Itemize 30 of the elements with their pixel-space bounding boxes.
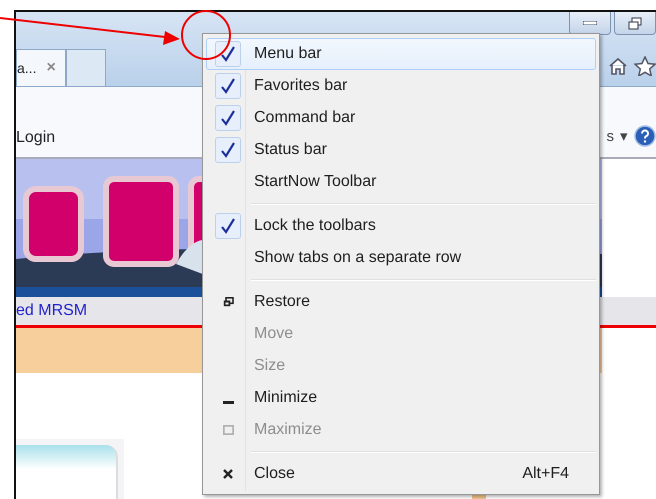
checkmark-icon <box>221 78 235 94</box>
checkmark-icon <box>221 46 235 62</box>
browser-tab[interactable]: a... × <box>16 49 66 86</box>
menu-item[interactable]: Minimize <box>206 382 596 414</box>
menu-item[interactable]: Favorites bar <box>206 70 596 102</box>
menu-item[interactable]: Show tabs on a separate row <box>206 242 596 274</box>
menu-item[interactable]: Command bar <box>206 102 596 134</box>
help-icon[interactable] <box>634 125 656 147</box>
minimize-icon <box>583 21 597 25</box>
restore-icon <box>628 16 642 30</box>
close-icon <box>223 469 233 479</box>
maximize-icon <box>222 425 234 435</box>
menu-item[interactable]: Status bar <box>206 134 596 166</box>
menu-item[interactable]: Menu bar <box>206 38 596 70</box>
menu-item[interactable]: Restore <box>206 286 596 318</box>
dropdown-arrow[interactable]: ▾ <box>620 127 628 145</box>
star-icon[interactable] <box>634 56 656 76</box>
menu-item[interactable]: Close Alt+F4 <box>206 458 596 490</box>
menu-item[interactable]: Lock the toolbars <box>206 210 596 242</box>
menu-item[interactable]: StartNow Toolbar <box>206 166 596 198</box>
checkmark-icon <box>221 218 235 234</box>
restore-button[interactable] <box>614 12 656 35</box>
restore-icon <box>222 297 234 307</box>
checkmark-icon <box>221 110 235 126</box>
login-link[interactable]: Login <box>16 129 56 147</box>
toolbar-label[interactable]: s <box>606 128 614 144</box>
page-link[interactable]: ed MRSM <box>16 302 88 320</box>
home-icon[interactable] <box>608 57 628 75</box>
checkmark-icon <box>221 142 235 158</box>
minimize-icon <box>222 401 234 405</box>
